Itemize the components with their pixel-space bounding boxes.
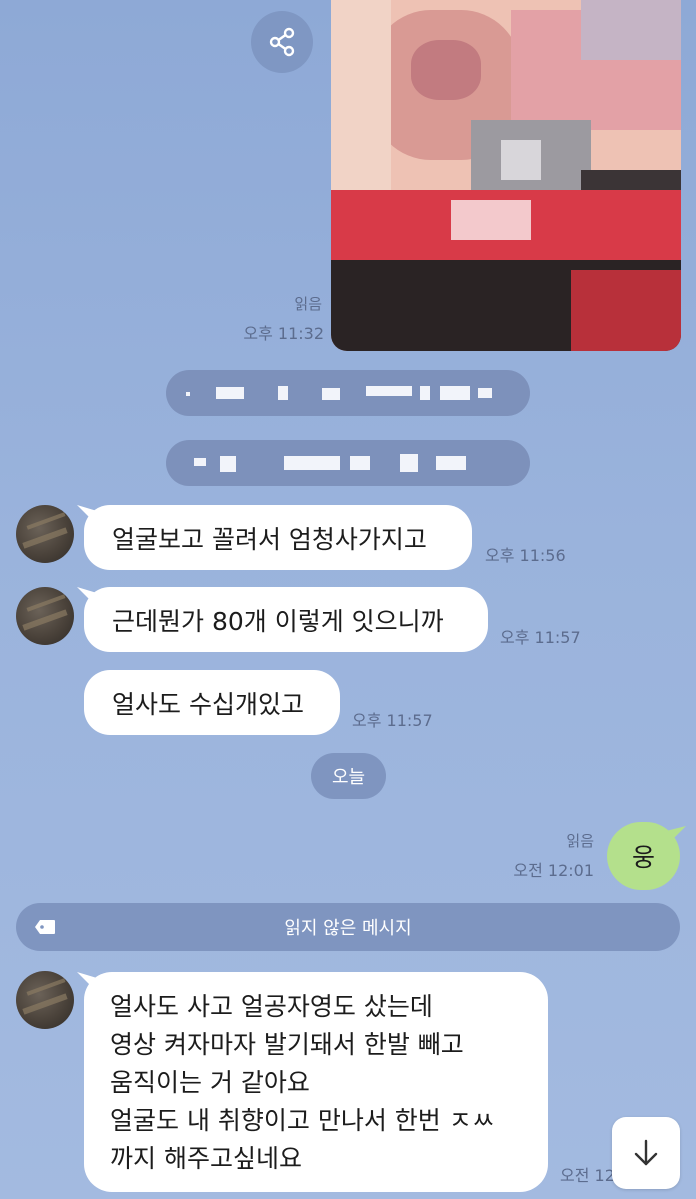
my-chat-bubble: 웅 [607,822,680,890]
avatar[interactable] [16,505,74,563]
message-time: 오후 11:57 [352,711,433,730]
tag-icon [35,920,55,934]
message-line: 영상 켜자마자 발기돼서 한발 빼고 [110,1030,464,1059]
message-time: 오후 11:32 [243,324,324,343]
unread-messages-divider: 읽지 않은 메시지 [16,903,680,951]
chat-bubble: 얼사도 사고 얼공자영도 샀는데 영상 켜자마자 발기돼서 한발 빼고 움직이는… [84,972,548,1192]
message-text: 얼사도 수십개있고 [112,689,304,719]
message-time: 오전 12 [560,1166,615,1185]
chat-bubble: 얼굴보고 꼴려서 엄청사가지고 [84,505,472,570]
message-text: 얼굴보고 꼴려서 엄청사가지고 [112,524,427,554]
arrow-down-icon [634,1139,658,1166]
read-receipt: 읽음 [294,295,322,313]
chat-bubble: 근데뭔가 80개 이렇게 잇으니까 [84,587,488,652]
pixelated-photo[interactable] [331,0,681,351]
redacted-message [166,440,530,486]
message-line: 얼사도 사고 얼공자영도 샀는데 [110,992,433,1021]
message-line: 얼굴도 내 취향이고 만나서 한번 ㅈㅆ [110,1106,495,1135]
read-receipt: 읽음 [566,832,594,850]
avatar[interactable] [16,971,74,1029]
message-time: 오전 12:01 [513,861,594,880]
scroll-to-bottom-button[interactable] [612,1117,680,1189]
date-divider: 오늘 [311,753,386,799]
share-icon [269,27,295,57]
message-time: 오후 11:56 [485,546,566,565]
redacted-message [166,370,530,416]
message-line: 까지 해주고싶네요 [110,1144,302,1173]
message-text: 웅 [631,843,655,872]
message-text: 근데뭔가 80개 이렇게 잇으니까 [112,606,444,636]
message-line: 움직이는 거 같아요 [110,1068,310,1097]
chat-bubble: 얼사도 수십개있고 [84,670,340,735]
share-button[interactable] [251,11,313,73]
avatar[interactable] [16,587,74,645]
message-time: 오후 11:57 [500,628,581,647]
unread-label: 읽지 않은 메시지 [284,918,412,939]
